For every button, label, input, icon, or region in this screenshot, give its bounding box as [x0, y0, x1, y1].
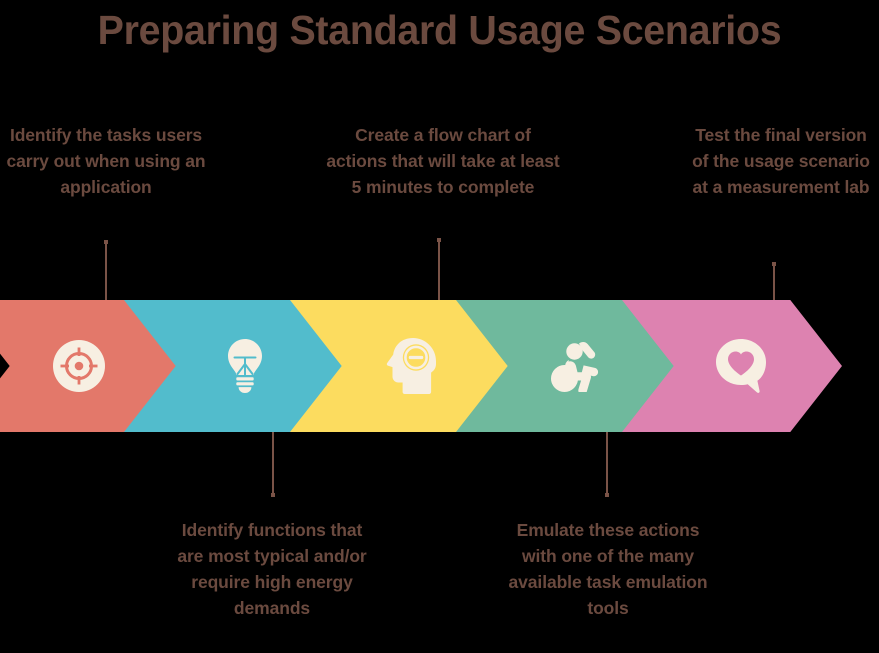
target-crosshair-icon	[53, 340, 105, 392]
connector-nub	[437, 238, 441, 242]
speech-bubble-heart-icon	[716, 339, 766, 393]
page-title: Preparing Standard Usage Scenarios	[97, 7, 782, 53]
infographic-canvas: Preparing Standard Usage Scenarios Ident…	[0, 0, 879, 653]
person-exercise-icon	[551, 341, 599, 392]
lightbulb-icon	[228, 339, 262, 393]
connector-step-2	[271, 432, 275, 497]
caption-step-5: Test the final version of the usage scen…	[692, 125, 870, 197]
connector-step-4	[605, 432, 609, 497]
caption-step-4: Emulate these actions with one of the ma…	[508, 520, 708, 618]
caption-step-2: Identify functions that are most typical…	[177, 520, 367, 618]
connector-nub	[772, 262, 776, 266]
connector-step-1	[104, 240, 108, 300]
caption-step-1: Identify the tasks users carry out when …	[6, 125, 206, 197]
connector-nub	[605, 493, 609, 497]
connector-step-5	[772, 262, 776, 300]
process-chevron-band	[0, 300, 879, 432]
connector-nub	[104, 240, 108, 244]
connector-step-3	[437, 238, 441, 300]
head-profile-minus-icon	[386, 338, 436, 394]
connector-nub	[271, 493, 275, 497]
caption-step-3: Create a flow chart of actions that will…	[326, 125, 560, 197]
